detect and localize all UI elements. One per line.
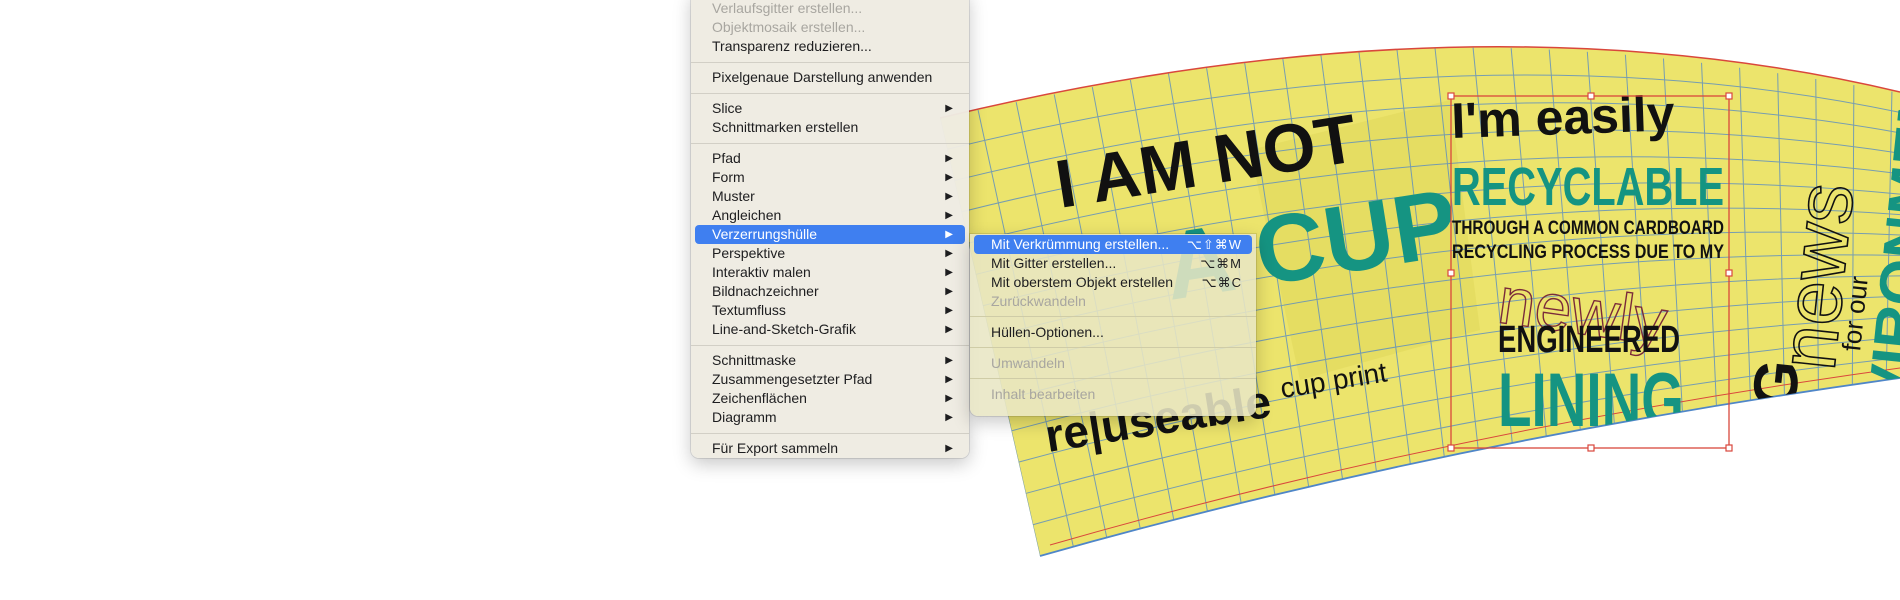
menu-separator <box>691 62 969 63</box>
menu-item[interactable]: Schnittmarken erstellen <box>695 118 965 137</box>
art-recyclable: RECYCLABLE <box>1452 157 1724 217</box>
menu-item[interactable]: Pfad ▶ <box>695 149 965 168</box>
menu-item-label: Mit oberstem Objekt erstellen <box>991 274 1174 290</box>
menu-item-label: Pixelgenaue Darstellung anwenden <box>712 69 933 85</box>
art-through: THROUGH A COMMON CARDBOARD <box>1452 218 1724 239</box>
envelope-distort-submenu: Mit Verkrümmung erstellen... ⌥⇧⌘W Mit Gitt… <box>970 234 1256 416</box>
menu-item-label: Interaktiv malen <box>712 264 811 280</box>
menu-item-label: Muster <box>712 188 755 204</box>
menu-item-shortcut: ⌥⇧⌘W <box>1186 237 1242 252</box>
menu-item[interactable]: Textumfluss ▶ <box>695 301 965 320</box>
menu-item[interactable]: Interaktiv malen ▶ <box>695 263 965 282</box>
menu-item[interactable]: Diagramm ▶ <box>695 408 965 427</box>
submenu-arrow-icon: ▶ <box>945 172 953 183</box>
submenu-arrow-icon: ▶ <box>945 412 953 423</box>
art-easily: I'm easily <box>1450 85 1675 149</box>
menu-item[interactable]: Schnittmaske ▶ <box>695 351 965 370</box>
submenu-arrow-icon: ▶ <box>945 393 953 404</box>
submenu-arrow-icon: ▶ <box>945 248 953 259</box>
submenu-item: Inhalt bearbeiten <box>974 385 1252 404</box>
submenu-arrow-icon: ▶ <box>945 267 953 278</box>
menu-item: Verlaufsgitter erstellen... <box>695 0 965 18</box>
menu-item-label: Transparenz reduzieren... <box>712 38 872 54</box>
menu-separator <box>691 433 969 434</box>
submenu-arrow-icon: ▶ <box>945 229 953 240</box>
menu-item-label: Hüllen-Optionen... <box>991 324 1104 340</box>
menu-item-label: Zurückwandeln <box>991 293 1086 309</box>
menu-item-label: Verlaufsgitter erstellen... <box>712 0 863 16</box>
menu-item[interactable]: Slice ▶ <box>695 99 965 118</box>
menu-separator <box>691 143 969 144</box>
submenu-arrow-icon: ▶ <box>945 153 953 164</box>
art-engineered: ENGINEERED <box>1498 319 1680 361</box>
menu-separator <box>970 378 1256 379</box>
submenu-arrow-icon: ▶ <box>945 355 953 366</box>
object-menu: Verlaufsgitter erstellen... Objektmosaik … <box>691 0 969 458</box>
menu-item-label: Line-and-Sketch-Grafik <box>712 321 856 337</box>
menu-item-label: Schnittmaske <box>712 352 797 368</box>
menu-item-label: Mit Verkrümmung erstellen... <box>991 236 1170 252</box>
menu-item[interactable]: Pixelgenaue Darstellung anwenden <box>695 68 965 87</box>
menu-item-label: Perspektive <box>712 245 786 261</box>
submenu-item[interactable]: Mit Gitter erstellen... ⌥⌘M <box>974 254 1252 273</box>
submenu-arrow-icon: ▶ <box>945 374 953 385</box>
menu-item[interactable]: Zeichenflächen ▶ <box>695 389 965 408</box>
menu-separator <box>691 345 969 346</box>
submenu-item: Zurückwandeln <box>974 292 1252 311</box>
menu-item[interactable]: Bildnachzeichner ▶ <box>695 282 965 301</box>
menu-item[interactable]: Transparenz reduzieren... <box>695 37 965 56</box>
submenu-item: Umwandeln <box>974 354 1252 373</box>
submenu-arrow-icon: ▶ <box>945 324 953 335</box>
menu-item-label: Umwandeln <box>991 355 1065 371</box>
menu-item-label: Angleichen <box>712 207 782 223</box>
menu-item[interactable]: Form ▶ <box>695 168 965 187</box>
menu-item-label: Diagramm <box>712 409 777 425</box>
menu-item[interactable]: Muster ▶ <box>695 187 965 206</box>
submenu-arrow-icon: ▶ <box>945 443 953 454</box>
menu-item-label: Slice <box>712 100 743 116</box>
menu-item-label: Zusammengesetzter Pfad <box>712 371 873 387</box>
menu-item[interactable]: Line-and-Sketch-Grafik ▶ <box>695 320 965 339</box>
menu-item-label: Bildnachzeichner <box>712 283 819 299</box>
menu-item-label: Textumfluss <box>712 302 786 318</box>
submenu-item[interactable]: Mit oberstem Objekt erstellen ⌥⌘C <box>974 273 1252 292</box>
menu-item[interactable]: Zusammengesetzter Pfad ▶ <box>695 370 965 389</box>
submenu-item[interactable]: Hüllen-Optionen... <box>974 323 1252 342</box>
menu-item[interactable]: Verzerrungshülle ▶ <box>695 225 965 244</box>
menu-item: Objektmosaik erstellen... <box>695 18 965 37</box>
submenu-arrow-icon: ▶ <box>945 210 953 221</box>
menu-separator <box>691 93 969 94</box>
art-recycling: RECYCLING PROCESS DUE TO MY <box>1452 242 1724 263</box>
submenu-item[interactable]: Mit Verkrümmung erstellen... ⌥⇧⌘W <box>974 235 1252 254</box>
menu-item[interactable]: Angleichen ▶ <box>695 206 965 225</box>
menu-separator <box>970 316 1256 317</box>
menu-item[interactable]: Perspektive ▶ <box>695 244 965 263</box>
art-big: BIG <box>1733 357 1813 474</box>
menu-item-shortcut: ⌥⌘C <box>1201 275 1242 290</box>
submenu-arrow-icon: ▶ <box>945 191 953 202</box>
submenu-arrow-icon: ▶ <box>945 103 953 114</box>
menu-item-label: Zeichenflächen <box>712 390 807 406</box>
menu-item-label: Inhalt bearbeiten <box>991 386 1096 402</box>
menu-item-label: Schnittmarken erstellen <box>712 119 859 135</box>
menu-separator <box>970 347 1256 348</box>
menu-item-label: Pfad <box>712 150 741 166</box>
menu-item-label: Verzerrungshülle <box>712 226 818 242</box>
menu-item[interactable]: Für Export sammeln ▶ <box>695 439 965 458</box>
menu-item-label: Form <box>712 169 745 185</box>
menu-item-label: Mit Gitter erstellen... <box>991 255 1117 271</box>
menu-item-label: Objektmosaik erstellen... <box>712 19 866 35</box>
submenu-arrow-icon: ▶ <box>945 286 953 297</box>
menu-item-label: Für Export sammeln <box>712 440 839 456</box>
menu-item-shortcut: ⌥⌘M <box>1200 256 1242 271</box>
art-lining: LINING <box>1498 358 1684 443</box>
submenu-arrow-icon: ▶ <box>945 305 953 316</box>
